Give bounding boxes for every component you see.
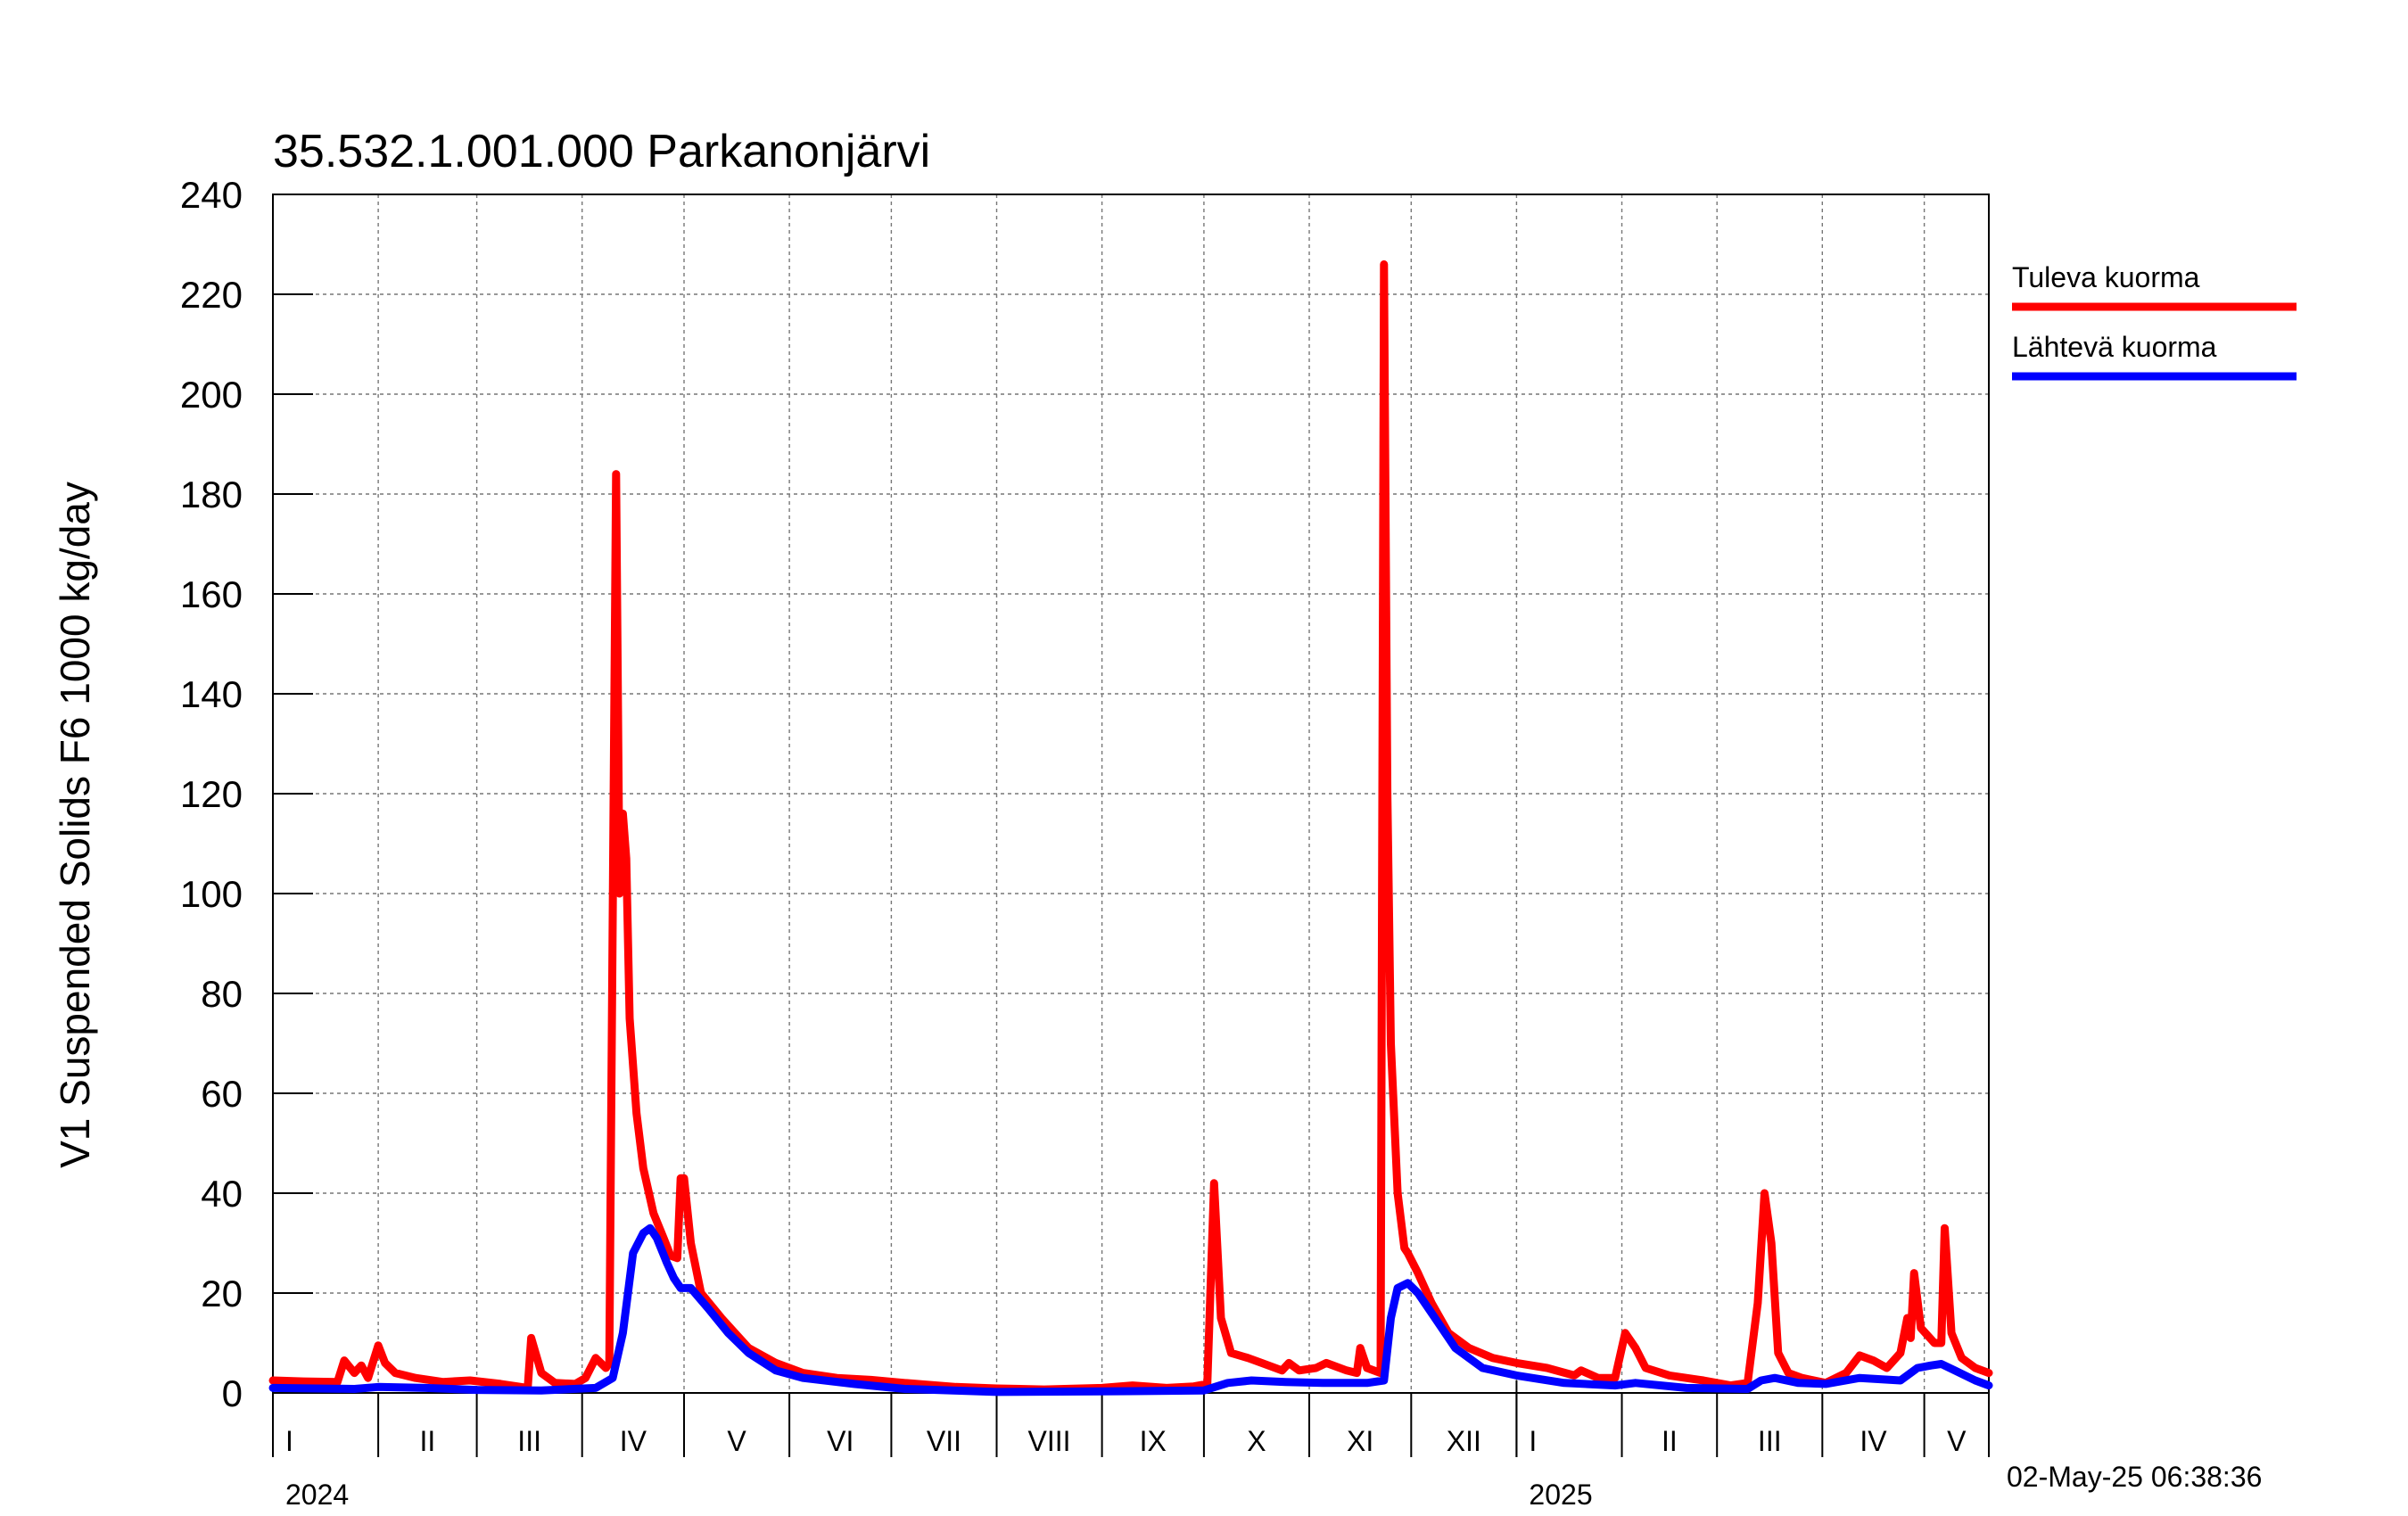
y-tick-label: 200 <box>180 374 243 416</box>
series-line-tuleva-kuorma <box>268 260 1993 1394</box>
legend-label: Tuleva kuorma <box>2012 261 2200 293</box>
month-label: XII <box>1447 1425 1481 1457</box>
month-label: VII <box>927 1425 961 1457</box>
month-label: II <box>419 1425 435 1457</box>
month-label: IV <box>620 1425 647 1457</box>
legend-label: Lähtevä kuorma <box>2012 331 2217 363</box>
month-label: III <box>517 1425 541 1457</box>
chart-title: 35.532.1.001.000 Parkanonjärvi <box>273 126 930 177</box>
y-tick-label: 240 <box>180 174 243 216</box>
y-tick-label: 120 <box>180 773 243 815</box>
month-label: VIII <box>1028 1425 1071 1457</box>
month-label: III <box>1758 1425 1782 1457</box>
y-tick-label: 140 <box>180 673 243 715</box>
month-label: V <box>727 1425 746 1457</box>
month-label: X <box>1247 1425 1266 1457</box>
y-tick-label: 180 <box>180 474 243 515</box>
month-label: IX <box>1140 1425 1167 1457</box>
y-tick-label: 220 <box>180 274 243 316</box>
y-tick-label: 20 <box>201 1273 243 1314</box>
legend: Tuleva kuorma Lähtevä kuorma <box>2012 261 2297 381</box>
year-label: 2024 <box>285 1479 349 1511</box>
y-axis-label: V1 Suspended Solids F6 1000 kg/day <box>52 482 98 1168</box>
month-label: XI <box>1347 1425 1373 1457</box>
timestamp: 02-May-25 06:38:36 <box>2007 1461 2262 1493</box>
y-tick-label: 100 <box>180 873 243 915</box>
y-tick-label: 80 <box>201 973 243 1015</box>
y-tick-label: 0 <box>222 1372 243 1414</box>
month-label: I <box>1529 1425 1537 1457</box>
month-label: IV <box>1860 1425 1887 1457</box>
series-lines <box>268 260 1993 1397</box>
year-label: 2025 <box>1529 1479 1592 1511</box>
grid <box>273 194 1989 1394</box>
y-tick-label: 60 <box>201 1073 243 1115</box>
month-label: V <box>1947 1425 1967 1457</box>
month-label: I <box>285 1425 293 1457</box>
y-tick-label: 160 <box>180 573 243 615</box>
chart-area: 35.532.1.001.000 Parkanonjärvi V1 Suspen… <box>52 126 2297 1511</box>
month-label: II <box>1662 1425 1678 1457</box>
y-tick-label: 40 <box>201 1173 243 1215</box>
month-label: VI <box>827 1425 854 1457</box>
